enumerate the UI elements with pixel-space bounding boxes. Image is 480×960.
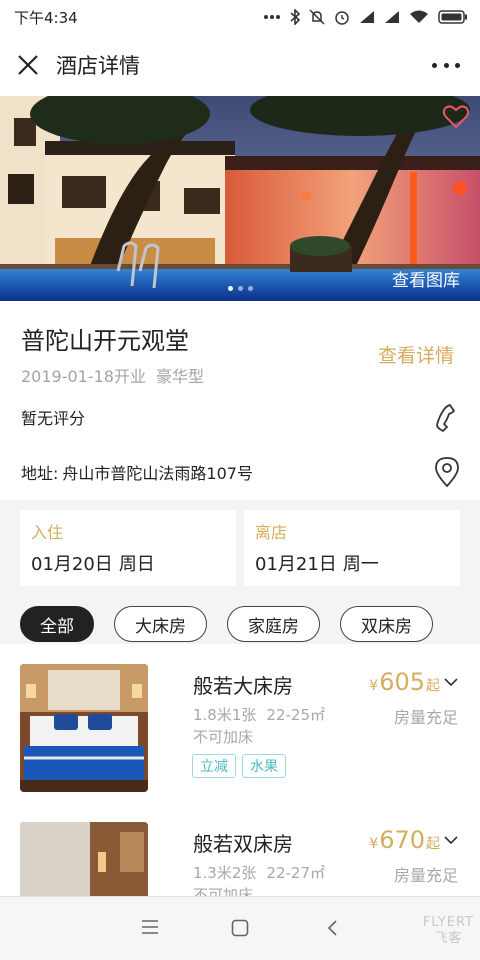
status-time: 下午4:34 — [14, 8, 78, 27]
dots-icon — [264, 15, 280, 19]
view-details-link[interactable]: 查看详情 — [378, 341, 454, 368]
room-photo — [20, 664, 148, 792]
checkout-card[interactable]: 离店 01月21日 周一 — [244, 510, 460, 586]
room-spec: 1.3米2张 22-27㎡ — [193, 862, 325, 883]
price-currency: ¥ — [369, 678, 379, 694]
address-text: 舟山市普陀山法雨路107号 — [62, 464, 253, 483]
room-name: 般若大床房 — [193, 674, 293, 698]
room-tags: 立减 水果 — [192, 754, 286, 778]
checkin-weekday: 周日 — [118, 554, 155, 575]
price-suffix: 起 — [426, 836, 440, 852]
carousel-dot[interactable] — [237, 286, 243, 291]
checkin-label: 入住 — [31, 523, 64, 542]
filter-chip-king[interactable]: 大床房 — [114, 606, 207, 642]
price-value: 670 — [379, 826, 425, 854]
signal-icon — [360, 11, 374, 23]
room-area: 22-25㎡ — [266, 706, 325, 724]
filter-chip-all[interactable]: 全部 — [20, 606, 94, 642]
room-tag: 立减 — [192, 754, 236, 778]
system-nav-bar: FLYERT 飞客 — [0, 896, 480, 960]
room-photo — [20, 822, 148, 896]
room-extra-bed: 不可加床 — [193, 886, 254, 896]
watermark-line1: FLYERT — [422, 915, 474, 930]
battery-icon — [438, 10, 467, 24]
room-price[interactable]: ¥ 605 起 — [369, 668, 458, 696]
carousel-dot[interactable] — [227, 286, 233, 291]
watermark-logo: FLYERT 飞客 — [423, 915, 474, 947]
room-availability: 房量充足 — [393, 866, 458, 885]
watermark-line2: 飞客 — [434, 931, 463, 946]
room-name: 般若双床房 — [193, 832, 293, 856]
hotel-meta: 2019-01-18开业 豪华型 — [21, 363, 204, 387]
mute-icon — [309, 9, 325, 25]
price-value: 605 — [379, 668, 425, 696]
nav-bar: 酒店详情 — [0, 34, 480, 96]
price-currency: ¥ — [369, 836, 379, 852]
checkout-value: 01月21日 周一 — [255, 550, 379, 576]
room-beds: 1.8米1张 — [193, 706, 257, 724]
hd-signal-icon — [385, 11, 399, 23]
wifi-icon — [410, 10, 428, 23]
room-filter-bar: 全部 大床房 家庭房 双床房 — [20, 606, 433, 642]
close-icon — [18, 55, 38, 75]
checkout-date: 01月21日 — [255, 554, 337, 575]
hotel-category: 豪华型 — [156, 367, 205, 386]
chevron-down-icon[interactable] — [444, 835, 458, 845]
hotel-rating: 暂无评分 — [21, 409, 86, 428]
close-button[interactable] — [0, 34, 56, 96]
room-extra-bed: 不可加床 — [193, 728, 254, 746]
room-beds: 1.3米2张 — [193, 864, 257, 882]
address-label: 地址: — [21, 464, 59, 483]
checkin-value: 01月20日 周日 — [31, 550, 155, 576]
hotel-address: 地址: 舟山市普陀山法雨路107号 — [21, 460, 253, 484]
home-icon[interactable] — [231, 919, 249, 937]
room-spec: 1.8米1张 22-25㎡ — [193, 704, 325, 725]
room-tag: 水果 — [242, 754, 286, 778]
checkin-card[interactable]: 入住 01月20日 周日 — [20, 510, 236, 586]
heart-icon[interactable] — [442, 104, 470, 130]
view-gallery-link[interactable]: 查看图库 — [392, 266, 460, 291]
checkin-date: 01月20日 — [31, 554, 113, 575]
chevron-down-icon[interactable] — [444, 677, 458, 687]
room-item[interactable]: 般若双床房 1.3米2张 22-27㎡ 不可加床 ¥ 670 起 房量充足 — [0, 822, 480, 896]
room-list: 般若大床房 1.8米1张 22-25㎡ 不可加床 立减 水果 ¥ 605 起 房量… — [0, 644, 480, 896]
room-availability: 房量充足 — [393, 708, 458, 727]
status-bar: 下午4:34 — [0, 0, 480, 34]
room-item[interactable]: 般若大床房 1.8米1张 22-25㎡ 不可加床 立减 水果 ¥ 605 起 房量… — [0, 664, 480, 824]
hero-carousel[interactable]: 查看图库 — [0, 96, 480, 301]
alarm-icon — [335, 11, 349, 25]
status-icons — [263, 9, 468, 25]
phone-icon[interactable] — [432, 403, 458, 433]
checkout-weekday: 周一 — [342, 554, 379, 575]
room-area: 22-27㎡ — [266, 864, 325, 882]
bluetooth-icon — [290, 9, 300, 25]
opened-date: 2019-01-18开业 — [21, 367, 146, 386]
filter-chip-family[interactable]: 家庭房 — [227, 606, 320, 642]
checkout-label: 离店 — [255, 523, 288, 542]
menu-icon[interactable] — [141, 919, 159, 935]
carousel-dot[interactable] — [247, 286, 253, 291]
more-icon-dot — [455, 62, 460, 68]
room-price[interactable]: ¥ 670 起 — [369, 826, 458, 854]
hotel-info: 普陀山开元观堂 2019-01-18开业 豪华型 查看详情 暂无评分 地址: 舟山市… — [0, 301, 480, 500]
more-button[interactable] — [432, 52, 460, 78]
page-title: 酒店详情 — [56, 54, 140, 78]
filter-chip-twin[interactable]: 双床房 — [340, 606, 433, 642]
location-pin-icon[interactable] — [434, 456, 460, 488]
back-icon[interactable] — [326, 919, 338, 937]
more-icon — [432, 62, 437, 68]
more-icon-dot — [443, 62, 449, 68]
price-suffix: 起 — [426, 678, 440, 694]
hotel-name: 普陀山开元观堂 — [21, 327, 189, 355]
